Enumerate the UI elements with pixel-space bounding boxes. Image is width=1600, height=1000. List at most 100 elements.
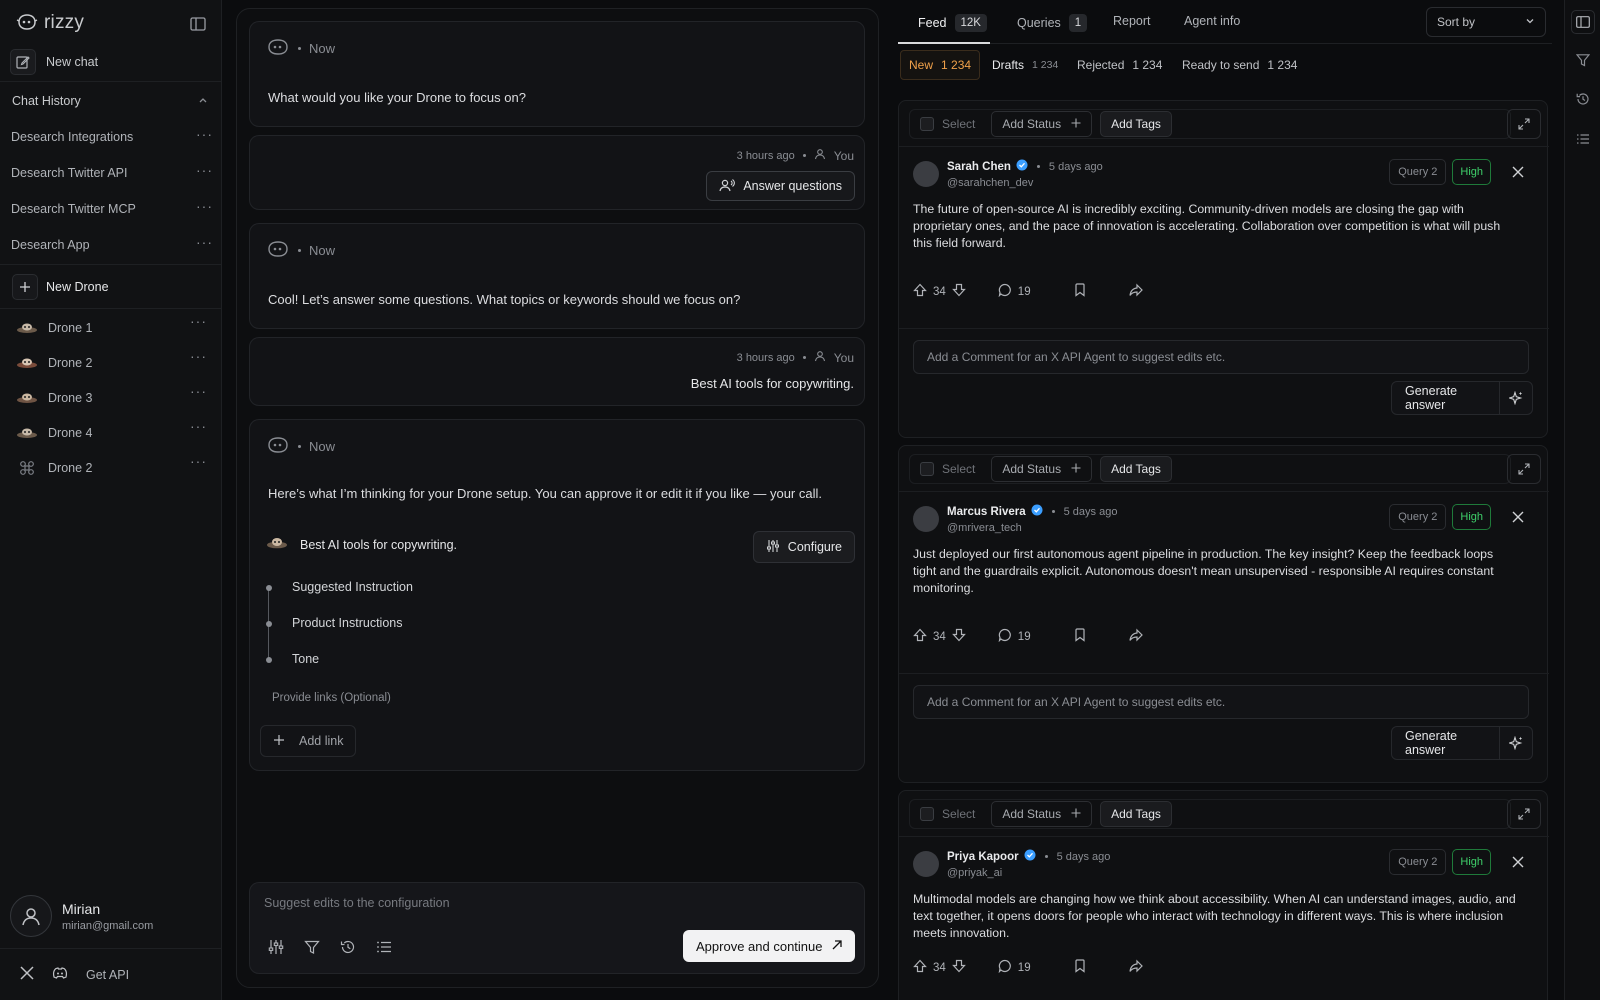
sliders-icon[interactable]: [268, 939, 284, 958]
comment-input[interactable]: Add a Comment for an X API Agent to sugg…: [913, 685, 1529, 719]
config-step[interactable]: Suggested Instruction: [292, 580, 413, 594]
user-icon: [814, 148, 826, 163]
generate-answer-button[interactable]: Generate answer: [1391, 726, 1533, 760]
post-toolbar: Select Add Status Add Tags: [909, 799, 1511, 829]
config-step[interactable]: Product Instructions: [292, 616, 402, 630]
drone-item[interactable]: Drone 4 ···: [16, 418, 222, 444]
downvote-icon[interactable]: [951, 628, 966, 645]
add-status-button[interactable]: Add Status: [991, 456, 1093, 482]
more-options-icon[interactable]: ···: [190, 383, 207, 399]
bookmark-icon[interactable]: [1073, 628, 1087, 645]
post-author[interactable]: Marcus Rivera 5 days ago @mrivera_tech: [913, 504, 1117, 534]
x-logo-icon[interactable]: [1505, 159, 1531, 185]
select-checkbox[interactable]: [920, 462, 934, 476]
bookmark-icon[interactable]: [1073, 283, 1087, 300]
add-tags-button[interactable]: Add Tags: [1100, 456, 1172, 482]
subtab-rejected[interactable]: Rejected 1 234: [1077, 50, 1162, 80]
history-icon[interactable]: [1572, 88, 1594, 110]
tab-report[interactable]: Report: [1113, 14, 1151, 28]
downvote-icon[interactable]: [951, 959, 966, 976]
comment-input[interactable]: Add a Comment for an X API Agent to sugg…: [913, 340, 1529, 374]
more-options-icon[interactable]: ···: [196, 126, 213, 142]
more-options-icon[interactable]: ···: [196, 162, 213, 178]
comment-icon[interactable]: [998, 628, 1012, 645]
add-link-button[interactable]: Add link: [260, 725, 357, 757]
comment-icon[interactable]: [998, 283, 1012, 300]
history-item[interactable]: Desearch Twitter MCP ···: [0, 198, 222, 216]
subtab-drafts[interactable]: Drafts 1 234: [992, 50, 1058, 80]
new-chat-button[interactable]: New chat: [10, 49, 220, 75]
sidebar-toggle-icon[interactable]: [190, 17, 206, 34]
user-profile[interactable]: Mirian mirian@gmail.com: [10, 895, 153, 937]
select-checkbox[interactable]: [920, 807, 934, 821]
more-options-icon[interactable]: ···: [190, 453, 207, 469]
more-options-icon[interactable]: ···: [196, 198, 213, 214]
bookmark-icon[interactable]: [1073, 959, 1087, 976]
active-tab-indicator: [898, 42, 990, 44]
expand-icon[interactable]: [1507, 799, 1541, 829]
list-icon[interactable]: [376, 939, 392, 958]
upvote-icon[interactable]: [913, 283, 927, 300]
get-api-link[interactable]: Get API: [86, 968, 129, 982]
config-step[interactable]: Tone: [292, 652, 319, 666]
more-options-icon[interactable]: ···: [190, 418, 207, 434]
subtab-ready-to-send[interactable]: Ready to send 1 234: [1182, 50, 1297, 80]
panel-toggle-icon[interactable]: [1571, 10, 1595, 34]
brand[interactable]: rizzy: [16, 12, 84, 34]
post-author[interactable]: Priya Kapoor 5 days ago @priyak_ai: [913, 849, 1110, 879]
expand-icon[interactable]: [1507, 454, 1541, 484]
history-item[interactable]: Desearch Twitter API ···: [0, 162, 222, 180]
history-item[interactable]: Desearch Integrations ···: [0, 126, 222, 144]
user-email: mirian@gmail.com: [62, 919, 154, 932]
drone-item[interactable]: Drone 2 ···: [16, 348, 222, 374]
select-checkbox[interactable]: [920, 117, 934, 131]
drone-item[interactable]: Drone 2 ···: [16, 453, 222, 479]
configure-button[interactable]: Configure: [752, 531, 855, 563]
share-icon[interactable]: [1128, 628, 1143, 645]
subtab-label: Ready to send: [1182, 58, 1260, 72]
drone-item[interactable]: Drone 3 ···: [16, 383, 222, 409]
generate-answer-button[interactable]: Generate answer: [1391, 381, 1533, 415]
filter-icon[interactable]: [1572, 49, 1594, 71]
tab-badge: 12K: [954, 14, 987, 32]
share-icon[interactable]: [1128, 283, 1143, 300]
drone-item[interactable]: Drone 1 ···: [16, 313, 222, 339]
approve-and-continue-button[interactable]: Approve and continue: [683, 930, 855, 962]
tab-queries[interactable]: Queries 1: [1017, 14, 1088, 32]
comment-count: 19: [1017, 285, 1031, 298]
comment-icon[interactable]: [998, 959, 1012, 976]
x-logo-icon[interactable]: [1505, 849, 1531, 875]
upvote-icon[interactable]: [913, 959, 927, 976]
list-icon[interactable]: [1572, 128, 1594, 150]
expand-icon[interactable]: [1507, 109, 1541, 139]
more-options-icon[interactable]: ···: [190, 313, 207, 329]
x-logo-icon[interactable]: [20, 966, 34, 983]
composer[interactable]: Suggest edits to the configuration Appro…: [249, 882, 865, 974]
x-logo-icon[interactable]: [1505, 504, 1531, 530]
drone-label: Drone 2: [48, 461, 93, 475]
history-item[interactable]: Desearch App ···: [0, 234, 222, 252]
answer-questions-button[interactable]: Answer questions: [706, 171, 855, 201]
subtab-new[interactable]: New 1 234: [900, 50, 981, 80]
sort-by-dropdown[interactable]: Sort by: [1426, 7, 1546, 37]
add-status-button[interactable]: Add Status: [991, 111, 1093, 137]
add-status-button[interactable]: Add Status: [991, 801, 1093, 827]
tab-feed[interactable]: Feed 12K: [918, 14, 987, 32]
configure-label: Configure: [787, 540, 842, 554]
tab-agent-info[interactable]: Agent info: [1184, 14, 1240, 28]
history-icon[interactable]: [340, 939, 356, 958]
discord-icon[interactable]: [52, 967, 68, 982]
add-tags-button[interactable]: Add Tags: [1100, 111, 1172, 137]
composer-input[interactable]: Suggest edits to the configuration: [264, 896, 450, 910]
chat-history-header[interactable]: Chat History: [0, 94, 222, 108]
post-author[interactable]: Sarah Chen 5 days ago @sarahchen_dev: [913, 159, 1103, 189]
more-options-icon[interactable]: ···: [190, 348, 207, 364]
filter-icon[interactable]: [304, 939, 320, 958]
upvote-icon[interactable]: [913, 628, 927, 645]
downvote-icon[interactable]: [951, 283, 966, 300]
more-options-icon[interactable]: ···: [196, 234, 213, 250]
add-tags-button[interactable]: Add Tags: [1100, 801, 1172, 827]
new-drone-button[interactable]: New Drone: [12, 274, 222, 300]
select-label: Select: [942, 462, 976, 476]
share-icon[interactable]: [1128, 959, 1143, 976]
